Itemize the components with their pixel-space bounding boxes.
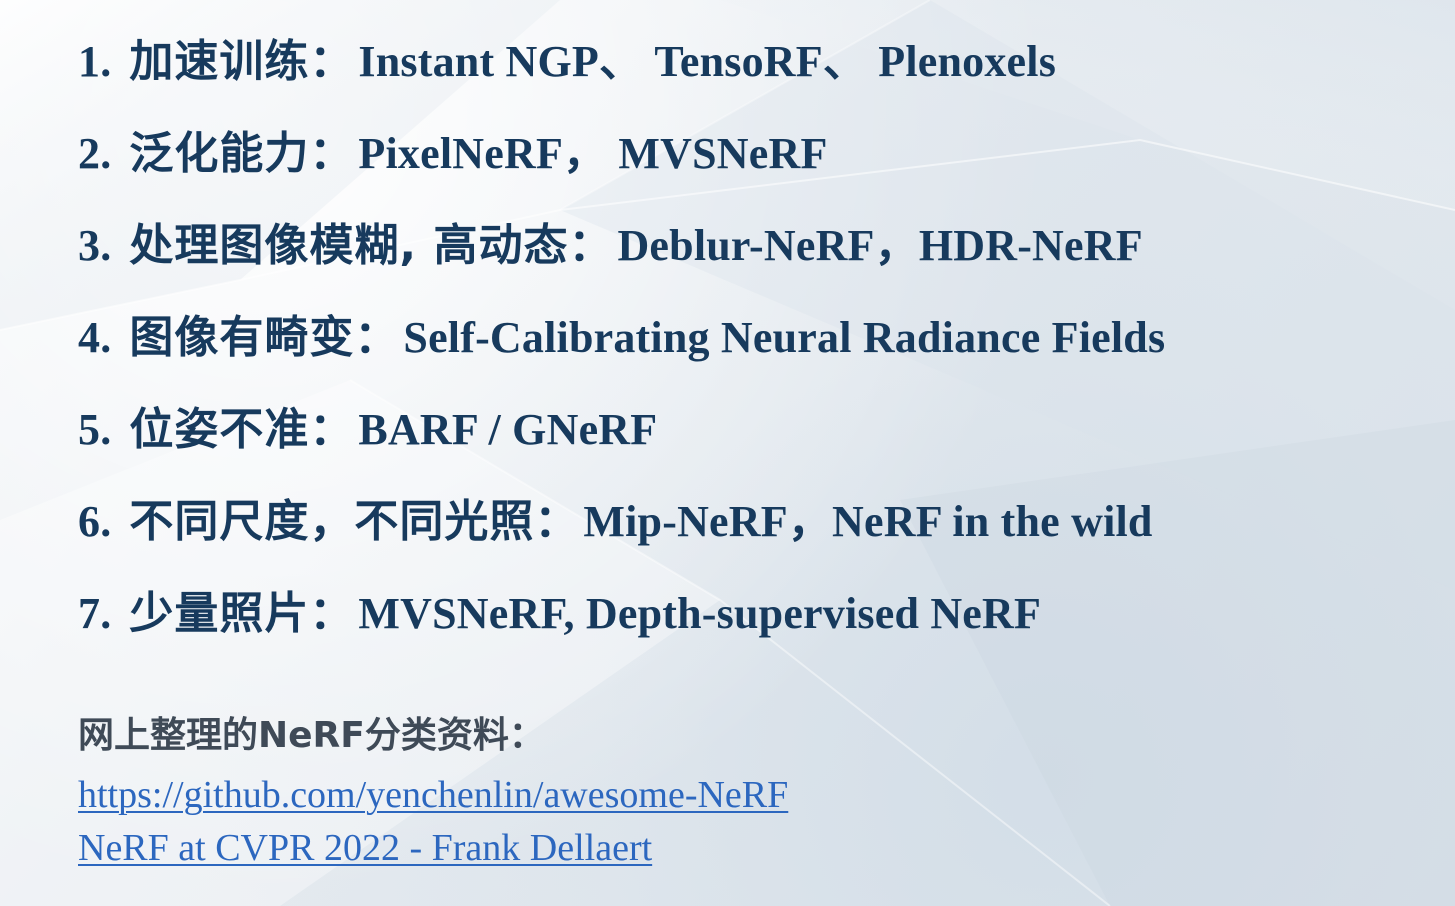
method-names: Mip-NeRF，NeRF in the wild (583, 497, 1153, 546)
method-names: BARF / GNeRF (358, 405, 658, 454)
list-item-6: 6. 不同尺度，不同光照：Mip-NeRF，NeRF in the wild (78, 496, 1153, 548)
method-names: Instant NGP、 TensoRF、 Plenoxels (358, 37, 1057, 86)
awesome-nerf-link[interactable]: https://github.com/yenchenlin/awesome-Ne… (78, 773, 788, 817)
list-item-1: 1. 加速训练：Instant NGP、 TensoRF、 Plenoxels (78, 36, 1056, 88)
slide-content: 1. 加速训练：Instant NGP、 TensoRF、 Plenoxels 2… (0, 0, 1455, 906)
item-number: 3. (78, 221, 112, 270)
method-names: PixelNeRF， MVSNeRF (358, 129, 828, 178)
item-number: 2. (78, 129, 112, 178)
chinese-topic: 泛化能力： (129, 128, 355, 179)
item-number: 6. (78, 497, 112, 546)
chinese-topic: 加速训练： (129, 36, 355, 87)
method-names: Deblur-NeRF，HDR-NeRF (617, 221, 1143, 270)
item-number: 1. (78, 37, 112, 86)
method-names: MVSNeRF, Depth-supervised NeRF (358, 589, 1042, 638)
item-number: 4. (78, 313, 112, 362)
chinese-topic: 不同尺度，不同光照： (129, 496, 580, 547)
list-item-5: 5. 位姿不准：BARF / GNeRF (78, 404, 657, 456)
list-item-3: 3. 处理图像模糊, 高动态：Deblur-NeRF，HDR-NeRF (78, 220, 1143, 272)
cvpr-2022-link[interactable]: NeRF at CVPR 2022 - Frank Dellaert (78, 826, 652, 870)
list-item-7: 7. 少量照片：MVSNeRF, Depth-supervised NeRF (78, 588, 1041, 640)
item-number: 7. (78, 589, 112, 638)
chinese-topic: 处理图像模糊, 高动态： (129, 220, 614, 271)
chinese-topic: 少量照片： (129, 588, 355, 639)
list-item-2: 2. 泛化能力：PixelNeRF， MVSNeRF (78, 128, 828, 180)
list-item-4: 4. 图像有畸变：Self-Calibrating Neural Radiance… (78, 312, 1165, 364)
method-names: Self-Calibrating Neural Radiance Fields (403, 313, 1166, 362)
source-materials-heading: 网上整理的NeRF分类资料： (78, 715, 545, 756)
item-number: 5. (78, 405, 112, 454)
chinese-topic: 图像有畸变： (129, 312, 400, 363)
chinese-topic: 位姿不准： (129, 404, 355, 455)
